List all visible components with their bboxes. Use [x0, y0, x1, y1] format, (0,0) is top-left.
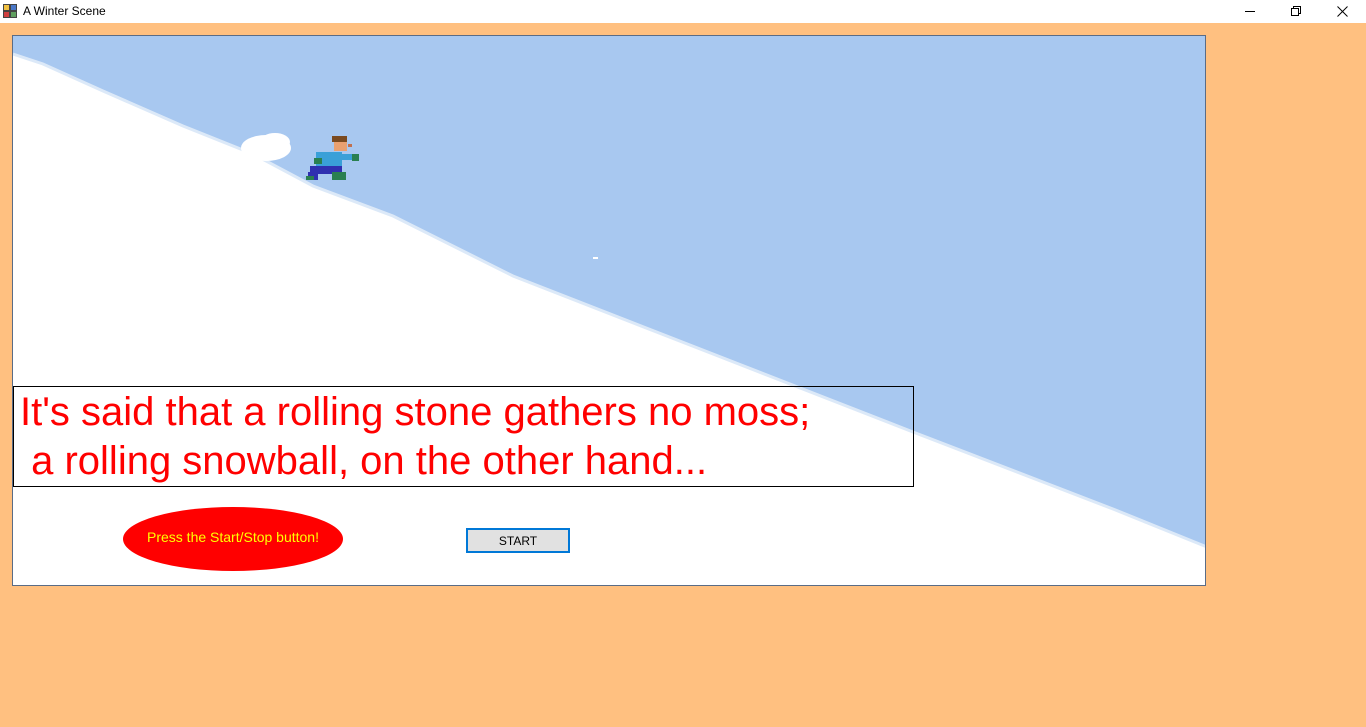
scene-background [13, 36, 1205, 548]
snow-speck [593, 257, 598, 259]
window-title: A Winter Scene [23, 4, 106, 18]
prompt-bubble: Press the Start/Stop button! [123, 507, 343, 571]
close-button[interactable] [1319, 0, 1365, 23]
close-icon [1336, 6, 1348, 17]
message-line-1: It's said that a rolling stone gathers n… [20, 390, 811, 434]
prompt-text: Press the Start/Stop button! [147, 528, 319, 545]
message-box: It's said that a rolling stone gathers n… [13, 386, 914, 487]
title-bar: A Winter Scene [0, 0, 1366, 23]
minimize-button[interactable] [1227, 0, 1273, 23]
restore-button[interactable] [1273, 0, 1319, 23]
message-line-2: a rolling snowball, on the other hand... [20, 439, 708, 483]
start-button[interactable]: START [466, 528, 570, 553]
winter-scene-canvas [12, 35, 1206, 586]
restore-icon [1290, 6, 1301, 16]
window-app-icon [3, 4, 18, 18]
minimize-icon [1244, 11, 1255, 12]
